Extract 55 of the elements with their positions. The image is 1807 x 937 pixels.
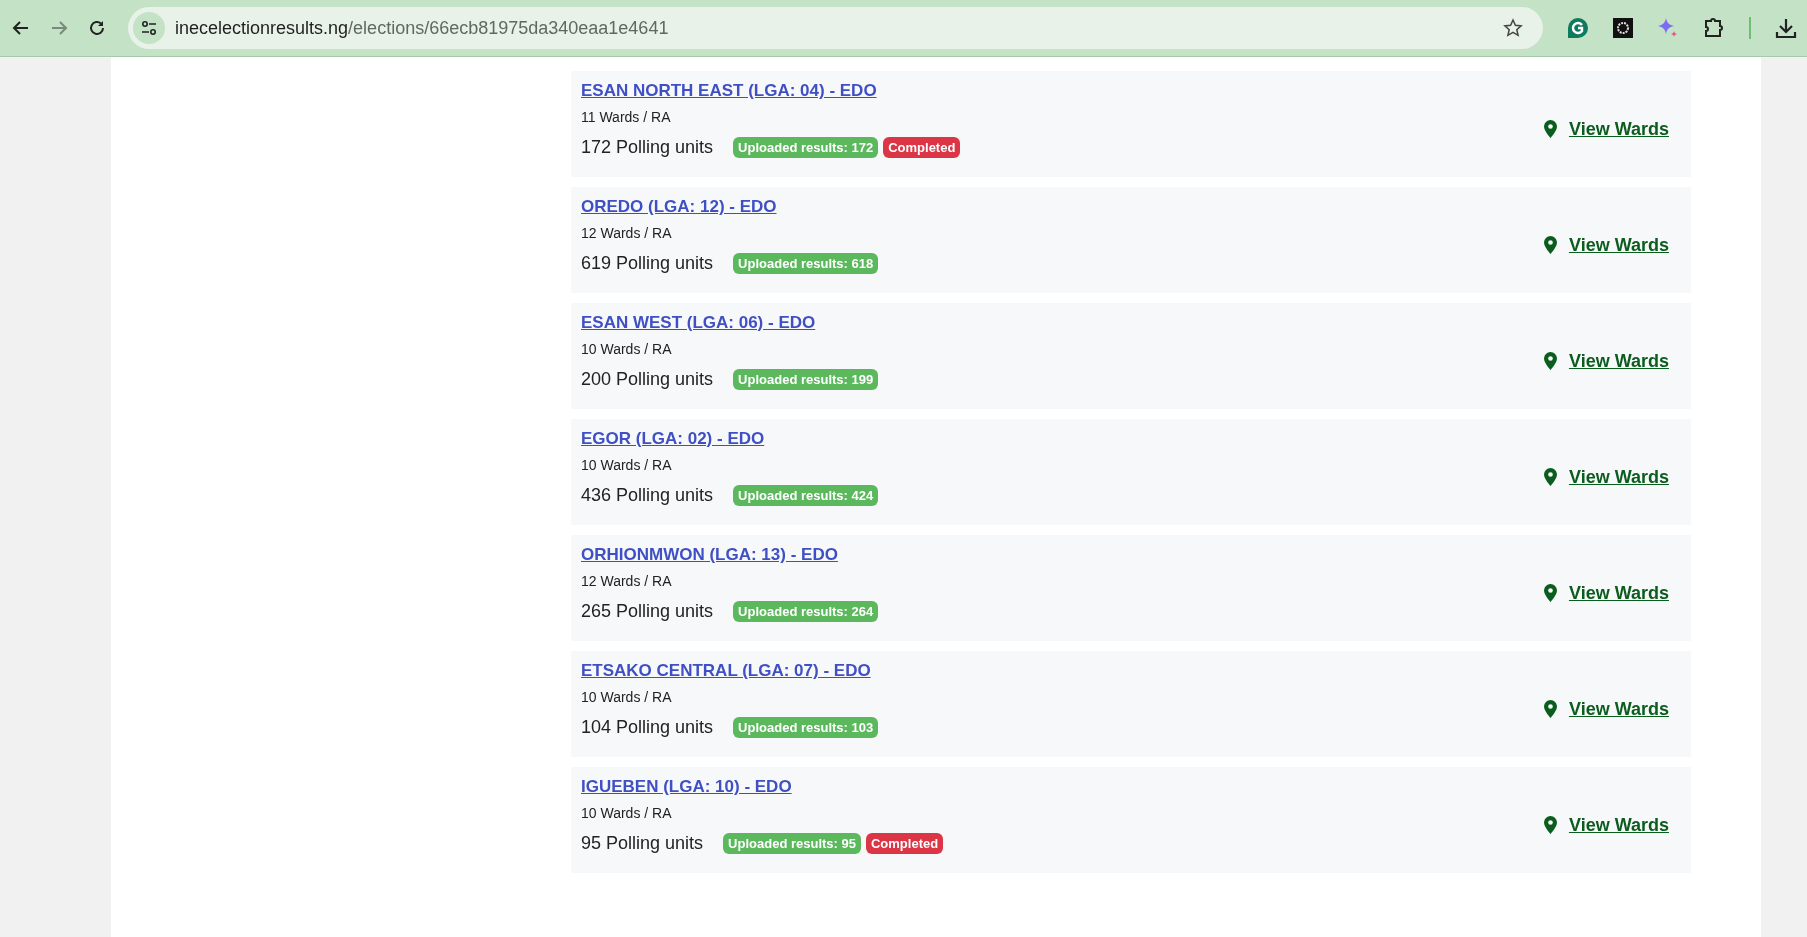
wards-count: 10 Wards / RA <box>581 689 673 705</box>
wards-count: 10 Wards / RA <box>581 341 673 357</box>
view-wards-link[interactable]: View Wards <box>1568 234 1669 256</box>
view-wards-link[interactable]: View Wards <box>1568 814 1669 836</box>
status-badge: Completed <box>883 137 961 158</box>
view-wards-link[interactable]: View Wards <box>1568 350 1669 372</box>
polling-units-count: 436 Polling units <box>581 485 714 506</box>
polling-units-count: 104 Polling units <box>581 717 714 738</box>
address-bar[interactable]: inecelectionresults.ng/elections/66ecb81975da340eaa1e4641 <box>128 7 1543 49</box>
view-wards-link[interactable]: View Wards <box>1568 118 1669 140</box>
uploaded-results-badge: Uploaded results: 103 <box>733 717 879 738</box>
uploaded-results-badge: Uploaded results: 618 <box>733 253 879 274</box>
lga-title-link[interactable]: IGUEBEN (LGA: 10) - EDO <box>581 777 944 797</box>
wards-count: 10 Wards / RA <box>581 457 673 473</box>
lga-title-link[interactable]: ESAN WEST (LGA: 06) - EDO <box>581 313 879 333</box>
view-wards-link[interactable]: View Wards <box>1568 698 1669 720</box>
view-wards-link[interactable]: View Wards <box>1568 466 1669 488</box>
download-icon[interactable] <box>1775 17 1797 39</box>
uploaded-results-badge: Uploaded results: 199 <box>733 369 879 390</box>
star-icon[interactable] <box>1503 18 1523 38</box>
url-text[interactable]: inecelectionresults.ng/elections/66ecb81975da340eaa1e4641 <box>175 17 669 39</box>
lga-title-link[interactable]: EGOR (LGA: 02) - EDO <box>581 429 879 449</box>
uploaded-results-badge: Uploaded results: 95 <box>723 833 861 854</box>
wards-count: 12 Wards / RA <box>581 573 673 589</box>
polling-units-count: 200 Polling units <box>581 369 714 390</box>
puzzle-icon[interactable] <box>1703 17 1725 39</box>
wards-count: 11 Wards / RA <box>581 109 672 125</box>
extension-icon[interactable] <box>1613 18 1633 38</box>
status-badge: Completed <box>865 833 944 854</box>
wards-count: 12 Wards / RA <box>581 225 673 241</box>
site-settings-icon[interactable] <box>133 12 165 44</box>
polling-units-count: 265 Polling units <box>581 601 714 622</box>
map-pin-icon <box>1543 468 1557 486</box>
lga-title-link[interactable]: ESAN NORTH EAST (LGA: 04) - EDO <box>581 81 961 101</box>
map-pin-icon <box>1543 120 1557 138</box>
lga-title-link[interactable]: OREDO (LGA: 12) - EDO <box>581 197 879 217</box>
polling-units-count: 619 Polling units <box>581 253 714 274</box>
polling-units-count: 95 Polling units <box>581 833 704 854</box>
uploaded-results-badge: Uploaded results: 264 <box>733 601 879 622</box>
uploaded-results-badge: Uploaded results: 172 <box>733 137 879 158</box>
view-wards-link[interactable]: View Wards <box>1568 582 1669 604</box>
polling-units-count: 172 Polling units <box>581 137 714 158</box>
map-pin-icon <box>1543 700 1557 718</box>
lga-title-link[interactable]: ORHIONMWON (LGA: 13) - EDO <box>581 545 879 565</box>
map-pin-icon <box>1543 236 1557 254</box>
uploaded-results-badge: Uploaded results: 424 <box>733 485 879 506</box>
forward-icon[interactable] <box>50 19 68 37</box>
wards-count: 10 Wards / RA <box>581 805 673 821</box>
reload-icon[interactable] <box>88 19 106 37</box>
map-pin-icon <box>1543 352 1557 370</box>
lga-title-link[interactable]: ETSAKO CENTRAL (LGA: 07) - EDO <box>581 661 879 681</box>
map-pin-icon <box>1543 816 1557 834</box>
back-icon[interactable] <box>12 19 30 37</box>
map-pin-icon <box>1543 584 1557 602</box>
sparkle-icon[interactable] <box>1657 17 1679 39</box>
